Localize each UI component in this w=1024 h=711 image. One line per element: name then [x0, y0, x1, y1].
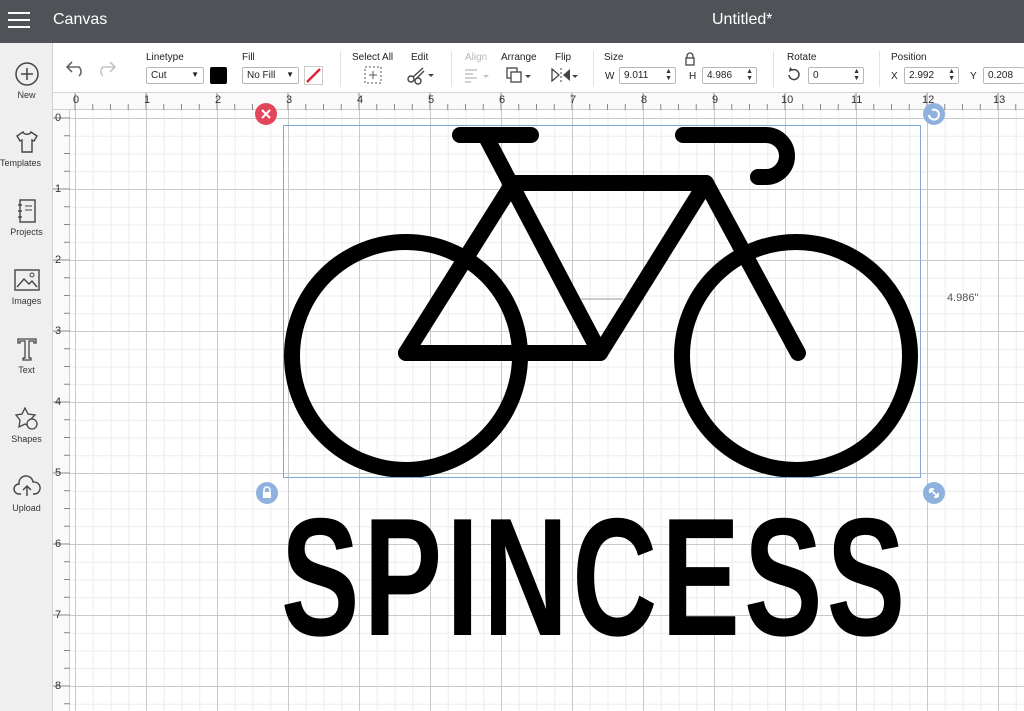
ruler-left-number: 8 [55, 680, 62, 692]
sidebar-item-projects[interactable]: Projects [0, 198, 53, 260]
ruler-vertical: 0 1 2 3 4 5 6 7 8 [53, 110, 70, 711]
ruler-top-number: 5 [428, 94, 435, 106]
ruler-top-number: 3 [286, 94, 293, 106]
rotate-icon[interactable] [786, 66, 802, 82]
no-fill-swatch-icon[interactable] [304, 66, 323, 85]
hamburger-menu-icon[interactable] [8, 11, 30, 29]
height-label: H [689, 71, 697, 82]
ruler-left-number: 4 [55, 396, 62, 408]
sidebar-item-new[interactable]: New [0, 61, 53, 123]
ruler-left-number: 2 [55, 254, 62, 266]
sidebar-item-label: Projects [10, 227, 43, 237]
align-label: Align [465, 52, 488, 63]
size-label: Size [604, 52, 624, 63]
sidebar-item-upload[interactable]: Upload [0, 474, 53, 536]
width-input[interactable]: 9.011 ▲ ▼ [619, 67, 676, 84]
select-all-label: Select All [352, 52, 394, 63]
sidebar-item-images[interactable]: Images [0, 267, 53, 329]
ruler-top-number: 4 [357, 94, 364, 106]
edit-toolbar: Linetype Cut ▼ Fill No Fill ▼ Select All E… [53, 43, 1024, 93]
ruler-top-number: 0 [73, 94, 80, 106]
height-dimension-label: 4.986" [947, 292, 979, 304]
arrange-icon[interactable] [505, 66, 533, 85]
rotate-handle-icon[interactable] [923, 103, 945, 125]
lock-aspect-icon[interactable] [684, 52, 696, 66]
position-x-label: X [891, 71, 898, 82]
sidebar-item-label: Text [18, 365, 35, 375]
linetype-select[interactable]: Cut ▼ [146, 67, 204, 84]
rotate-label: Rotate [787, 52, 817, 63]
top-header-bar: Canvas Untitled* [0, 0, 1024, 43]
ruler-left-number: 5 [55, 467, 62, 479]
ruler-top-number: 11 [851, 94, 863, 106]
sidebar-item-label: Shapes [11, 434, 42, 444]
linetype-color-swatch[interactable] [210, 67, 227, 84]
linetype-label: Linetype [146, 52, 184, 63]
image-icon [13, 269, 40, 291]
edit-scissors-icon[interactable] [406, 65, 436, 85]
ruler-left-number: 3 [55, 325, 62, 337]
ruler-top-number: 1 [144, 94, 151, 106]
selection-bounding-box [283, 125, 921, 478]
position-y-label: Y [970, 71, 977, 82]
sidebar-item-label: Templates [0, 158, 42, 168]
design-canvas[interactable]: 0 1 2 3 4 5 6 7 8 9 10 11 12 13 0 1 2 3 … [53, 93, 1024, 711]
fill-label: Fill [242, 52, 255, 63]
lock-handle-icon[interactable] [256, 482, 278, 504]
delete-handle-icon[interactable] [255, 103, 277, 125]
plus-circle-icon [14, 62, 39, 86]
ruler-top-number: 13 [993, 94, 1006, 106]
sidebar-item-shapes[interactable]: Shapes [0, 405, 53, 467]
flip-label: Flip [555, 52, 572, 63]
ruler-top-number: 9 [712, 94, 719, 106]
ruler-left-number: 6 [55, 538, 62, 550]
edit-label: Edit [411, 52, 429, 63]
ruler-left-number: 1 [55, 183, 62, 195]
notebook-icon [17, 199, 36, 223]
align-icon[interactable] [463, 68, 491, 84]
ruler-top-number: 6 [499, 94, 506, 106]
position-x-input[interactable]: 2.992 ▲ ▼ [904, 67, 959, 84]
tshirt-icon [15, 130, 38, 153]
flip-icon[interactable] [549, 66, 579, 85]
width-label: W [605, 71, 615, 82]
ruler-top-number: 2 [215, 94, 222, 106]
sidebar-item-text[interactable]: Text [0, 336, 53, 398]
sidebar-item-label: New [17, 90, 36, 100]
left-sidebar: New Templates Projects Images Text Shape… [0, 43, 53, 711]
arrange-label: Arrange [501, 52, 537, 63]
undo-icon[interactable] [65, 59, 87, 77]
ruler-top-number: 10 [781, 94, 794, 106]
app-title: Canvas [53, 11, 108, 28]
sidebar-item-label: Images [11, 296, 42, 306]
shapes-icon [14, 406, 38, 430]
select-all-icon[interactable] [364, 66, 382, 84]
text-t-icon [16, 338, 37, 361]
sidebar-item-templates[interactable]: Templates [0, 129, 53, 191]
ruler-horizontal: 0 1 2 3 4 5 6 7 8 9 10 11 12 13 [53, 93, 1024, 110]
redo-icon[interactable] [95, 59, 117, 77]
height-input[interactable]: 4.986 ▲ ▼ [702, 67, 757, 84]
ruler-left-number: 7 [55, 609, 62, 621]
design-text-spincess[interactable]: SPINCESS [281, 487, 905, 667]
fill-select[interactable]: No Fill ▼ [242, 67, 299, 84]
resize-handle-icon[interactable] [923, 482, 945, 504]
cloud-upload-icon [12, 475, 41, 496]
position-label: Position [891, 52, 927, 63]
ruler-top-number: 7 [570, 94, 577, 106]
position-y-input[interactable]: 0.208 [983, 67, 1024, 84]
ruler-left-number: 0 [55, 112, 62, 124]
ruler-top-number: 8 [641, 94, 648, 106]
sidebar-item-label: Upload [12, 503, 41, 513]
document-title[interactable]: Untitled* [712, 11, 772, 29]
rotate-input[interactable]: 0 ▲ ▼ [808, 67, 864, 84]
